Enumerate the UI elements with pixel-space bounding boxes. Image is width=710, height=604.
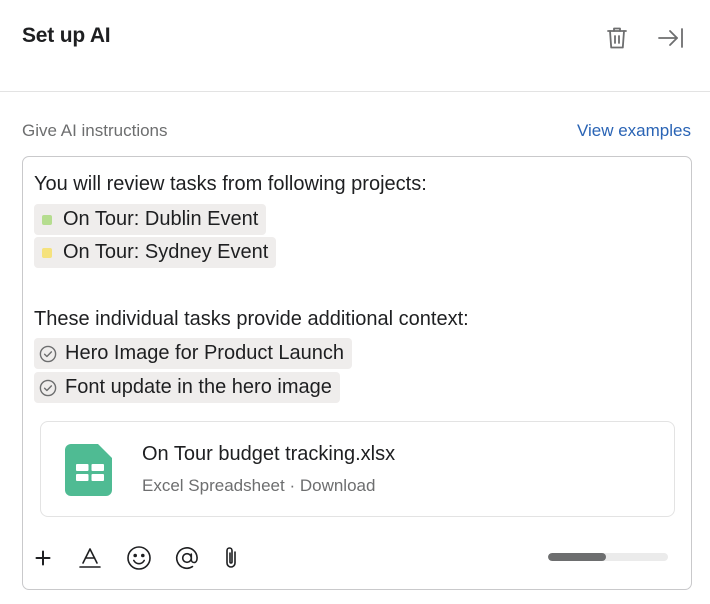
attachment-meta: Excel Spreadsheet · Download — [142, 476, 375, 496]
download-link[interactable]: Download — [300, 476, 376, 495]
project-color-dot — [42, 247, 52, 258]
tasks-intro-text: These individual tasks provide additiona… — [34, 308, 469, 330]
instructions-editor[interactable]: You will review tasks from following pro… — [22, 156, 692, 590]
spreadsheet-icon — [65, 444, 112, 496]
view-examples-link[interactable]: View examples — [577, 121, 691, 141]
check-circle-icon — [39, 379, 57, 397]
projects-intro-text: You will review tasks from following pro… — [34, 173, 427, 195]
task-chip-label: Hero Image for Product Launch — [65, 342, 345, 364]
attachment-file-type: Excel Spreadsheet — [142, 476, 285, 495]
project-chip[interactable]: On Tour: Sydney Event — [34, 237, 277, 268]
collapse-right-icon — [658, 28, 683, 48]
ai-setup-panel: Set up AI Give AI instructions View exam… — [0, 0, 710, 604]
mention-icon — [175, 547, 198, 570]
delete-button[interactable] — [601, 22, 633, 54]
text-format-icon — [79, 548, 101, 568]
attachment-icon — [226, 547, 236, 568]
emoji-button[interactable] — [123, 541, 155, 575]
instructions-label: Give AI instructions — [22, 121, 168, 140]
editor-toolbar — [23, 541, 691, 575]
text-format-button[interactable] — [74, 541, 106, 575]
attach-file-button[interactable] — [215, 541, 247, 575]
add-button[interactable] — [27, 541, 59, 575]
check-circle-icon — [39, 345, 57, 363]
panel-header: Set up AI — [0, 0, 710, 92]
usage-progress-fill — [548, 553, 606, 561]
project-chip[interactable]: On Tour: Dublin Event — [34, 204, 267, 235]
attachment-file-name: On Tour budget tracking.xlsx — [142, 443, 396, 465]
task-chip-label: Font update in the hero image — [65, 376, 332, 398]
plus-icon — [35, 550, 51, 566]
emoji-icon — [127, 546, 151, 570]
project-chip-label: On Tour: Sydney Event — [63, 241, 269, 263]
trash-icon — [607, 27, 627, 49]
project-chip-label: On Tour: Dublin Event — [63, 208, 259, 230]
collapse-panel-button[interactable] — [655, 22, 687, 54]
usage-progress-bar — [548, 553, 668, 561]
task-chip[interactable]: Hero Image for Product Launch — [34, 338, 353, 369]
project-color-dot — [42, 214, 52, 225]
panel-title: Set up AI — [22, 24, 111, 47]
attachment-separator: · — [289, 476, 296, 495]
mention-button[interactable] — [171, 541, 203, 575]
task-chip[interactable]: Font update in the hero image — [34, 372, 340, 403]
file-attachment-card[interactable]: On Tour budget tracking.xlsx Excel Sprea… — [40, 421, 675, 517]
